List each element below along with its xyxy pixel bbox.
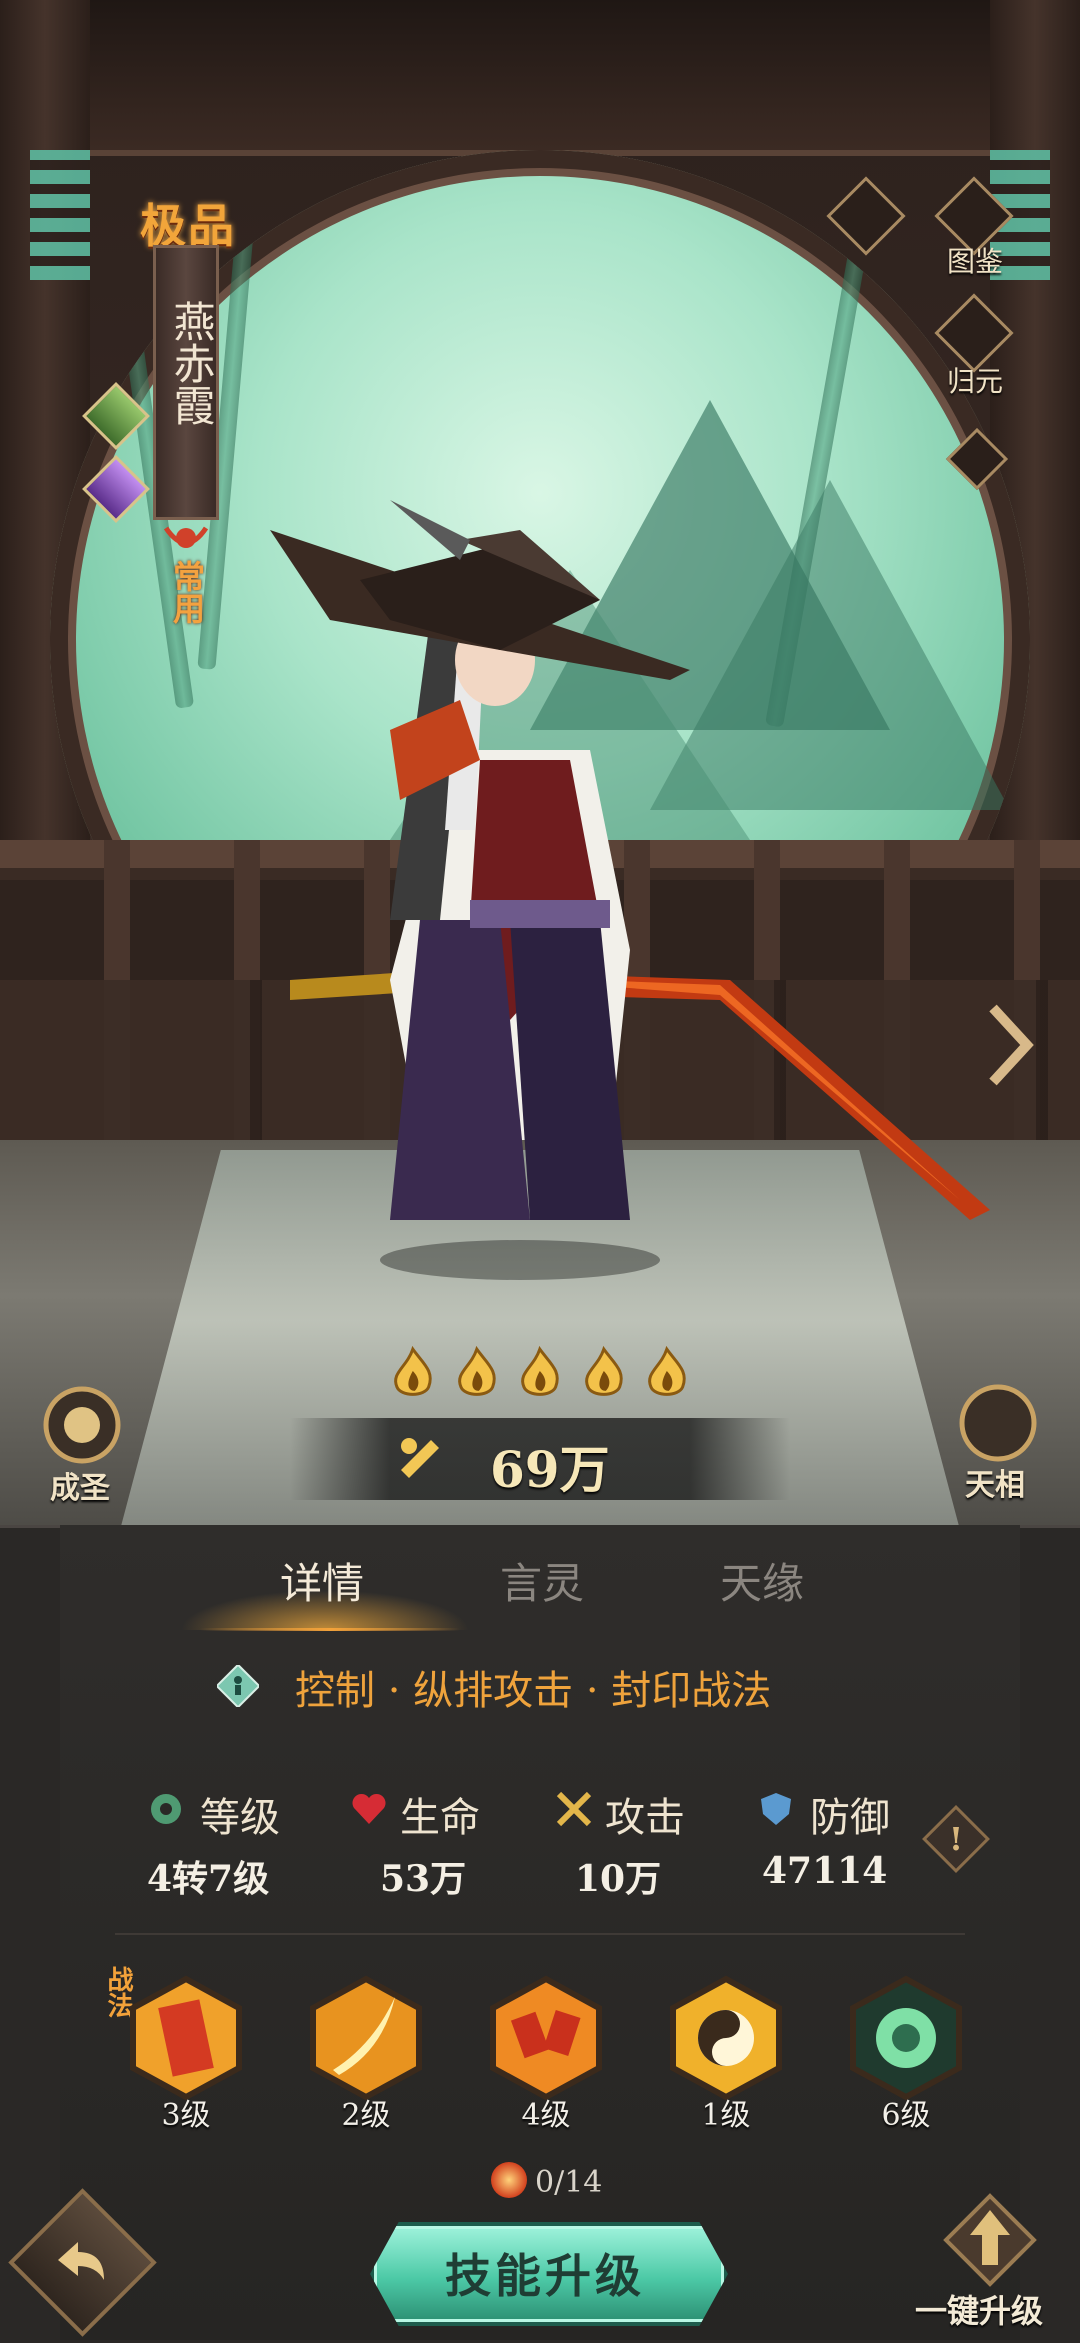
star-flame-icon <box>394 1345 432 1396</box>
combat-power-value: 69万 <box>490 1440 610 1499</box>
chest-icon[interactable] <box>826 176 906 256</box>
knot-ornament-icon <box>163 526 209 548</box>
illustrated-label[interactable]: 图鉴 <box>930 240 1020 280</box>
common-tag[interactable]: 常用 <box>168 560 206 624</box>
swords-icon <box>556 1791 592 1827</box>
talisman-skill-icon[interactable] <box>123 1975 249 2101</box>
star-rating <box>385 1345 695 1401</box>
skill-level: 4级 <box>521 2098 571 2133</box>
stat-attack-label: 攻击 <box>605 1795 685 1841</box>
back-arrow-icon[interactable] <box>52 2232 112 2292</box>
skill-level: 6级 <box>881 2098 931 2133</box>
yinyang-skill-icon[interactable] <box>663 1975 789 2101</box>
stat-attack-value: 10万 <box>575 1858 662 1900</box>
skill-level: 2级 <box>341 2098 391 2133</box>
level-icon <box>151 1794 181 1824</box>
tab-destiny[interactable]: 天缘 <box>720 1550 804 1611</box>
stat-hp-label: 生命 <box>400 1795 480 1841</box>
seal-skill-icon[interactable] <box>843 1975 969 2101</box>
role-description: 控制 · 纵排攻击 · 封印战法 <box>295 1668 772 1714</box>
info-icon[interactable]: ! <box>932 1815 980 1863</box>
cards-skill-icon[interactable] <box>483 1975 609 2101</box>
left-lattice <box>30 150 90 280</box>
blade-skill-icon[interactable] <box>303 1975 429 2101</box>
stat-level-value: 4转7级 <box>147 1858 270 1900</box>
role-icon <box>217 1665 259 1707</box>
stat-hp-value: 53万 <box>380 1858 467 1900</box>
skill-level: 3级 <box>161 2098 211 2133</box>
star-flame-icon <box>648 1345 686 1396</box>
hero-character[interactable] <box>270 500 990 1280</box>
active-tab-underline <box>200 1628 460 1631</box>
tab-spirit-words[interactable]: 言灵 <box>500 1550 584 1611</box>
stat-level-label: 等级 <box>200 1795 280 1841</box>
stat-defense-label: 防御 <box>810 1795 890 1841</box>
skill-level: 1级 <box>701 2098 751 2133</box>
hero-name: 燕赤霞 <box>167 300 216 426</box>
tab-details[interactable]: 详情 <box>280 1550 364 1611</box>
stat-defense-value: 47114 <box>762 1850 888 1892</box>
ascend-label[interactable]: 成圣 <box>50 1463 110 1507</box>
combat-power-icon <box>401 1438 439 1478</box>
next-hero-arrow-icon[interactable] <box>985 1000 1035 1090</box>
hero-showcase-scene: 极品 燕赤霞 常用 图鉴 归元 69万 成圣 天相 <box>0 0 1080 1530</box>
skill-upgrade-label[interactable]: 技能升级 <box>370 2240 720 2306</box>
celestial-icon[interactable] <box>948 1378 1048 1468</box>
star-flame-icon <box>521 1345 559 1396</box>
skill-scroll-count: 0/14 <box>535 2165 603 2200</box>
divider <box>115 1933 965 1935</box>
skill-scroll-icon <box>491 2162 527 2198</box>
celestial-label[interactable]: 天相 <box>965 1460 1025 1504</box>
one-key-upgrade-icon[interactable] <box>940 2190 1040 2290</box>
return-label[interactable]: 归元 <box>930 360 1020 400</box>
ascend-icon[interactable] <box>32 1380 132 1470</box>
heart-icon <box>352 1793 386 1824</box>
roof-beam <box>0 0 1080 156</box>
star-flame-icon <box>457 1345 496 1396</box>
star-flame-icon <box>584 1345 623 1396</box>
shield-icon <box>761 1793 791 1825</box>
one-key-upgrade-label[interactable]: 一键升级 <box>915 2286 1043 2332</box>
